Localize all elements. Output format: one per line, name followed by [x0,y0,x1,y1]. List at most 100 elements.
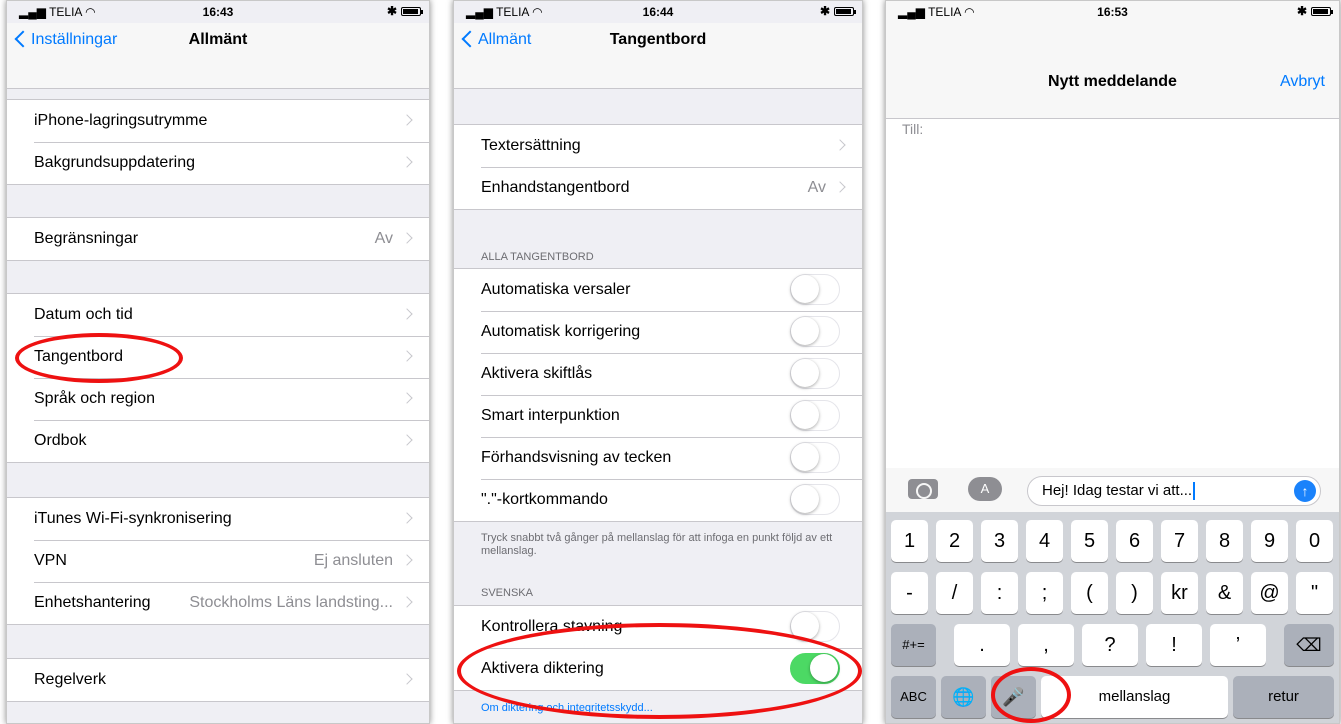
toggle-switch[interactable] [790,484,840,515]
key[interactable]: " [1296,572,1333,614]
key[interactable]: . [954,624,1010,666]
row-value: Stockholms Läns landsting... [189,594,393,611]
battery-icon [401,7,423,16]
row-label: iPhone-lagringsutrymme [34,112,208,129]
row-restrictions[interactable]: Begränsningar Av [7,218,429,260]
row-background-refresh[interactable]: Bakgrundsuppdatering [7,142,429,184]
row-label: "."-kortkommando [481,491,608,508]
row-label: Kontrollera stavning [481,618,623,635]
status-bar: ▂▄▆ TELIA ◠ 16:53 ✱ [886,1,1339,23]
toggle-switch[interactable] [790,274,840,305]
microphone-icon[interactable]: 🎤 [991,676,1036,718]
toggle-switch[interactable] [790,316,840,347]
send-button[interactable]: ↑ [1294,480,1316,502]
dictation-privacy-link[interactable]: Om diktering och integritetsskydd... [481,702,653,714]
row-label: Aktivera skiftlås [481,365,593,382]
row-one-handed-keyboard[interactable]: Enhandstangentbord Av [454,167,862,209]
shortcut-footer-text: Tryck snabbt två gånger på mellanslag fö… [481,532,833,557]
abc-key[interactable]: ABC [891,676,936,718]
row-regulatory[interactable]: Regelverk [7,659,429,701]
row-storage[interactable]: iPhone-lagringsutrymme [7,100,429,142]
row-character-preview: Förhandsvisning av tecken [454,437,862,479]
message-input[interactable]: Hej! Idag testar vi att... ↑ [1027,476,1321,506]
row-period-shortcut: "."-kortkommando [454,479,862,521]
cancel-button[interactable]: Avbryt [1280,73,1325,91]
key[interactable]: & [1206,572,1243,614]
settings-group: Datum och tid Tangentbord Språk och regi… [7,293,429,463]
chevron-right-icon [401,392,413,404]
key[interactable]: 5 [1071,520,1108,562]
row-label: Automatiska versaler [481,281,631,298]
toggle-switch[interactable] [790,611,840,642]
toggle-knob [791,275,819,303]
row-label: Datum och tid [34,306,133,323]
row-label: Tangentbord [34,348,123,365]
settings-group: iPhone-lagringsutrymme Bakgrundsuppdater… [7,99,429,185]
key[interactable]: - [891,572,928,614]
keyboard: 1 2 3 4 5 6 7 8 9 0 - / : ; ( ) kr & @ "… [886,512,1339,723]
row-label: Enhetshantering [34,594,151,611]
toggle-switch[interactable] [790,400,840,431]
chevron-right-icon [401,156,413,168]
camera-icon[interactable] [908,479,938,499]
toggle-switch-on[interactable] [790,653,840,684]
key[interactable]: 3 [981,520,1018,562]
space-key[interactable]: mellanslag [1041,676,1228,718]
key[interactable]: ; [1026,572,1063,614]
row-dictionary[interactable]: Ordbok [7,420,429,462]
key[interactable]: ! [1146,624,1202,666]
key[interactable]: / [936,572,973,614]
row-value: Ej ansluten [313,552,393,569]
app-store-icon[interactable]: A [968,477,1002,501]
phone-general-settings: ▂▄▆ TELIA ◠ 16:43 ✱ Inställningar Allmän… [6,0,430,724]
key[interactable]: 0 [1296,520,1333,562]
battery-icon [1311,7,1333,16]
globe-icon[interactable]: 🌐 [941,676,986,718]
chevron-right-icon [401,434,413,446]
settings-group: Textersättning Enhandstangentbord Av [454,124,862,210]
nav-bar: Nytt meddelande Avbryt Till: [886,23,1339,137]
key[interactable]: 9 [1251,520,1288,562]
row-date-time[interactable]: Datum och tid [7,294,429,336]
key[interactable]: : [981,572,1018,614]
key[interactable]: 1 [891,520,928,562]
row-vpn[interactable]: VPN Ej ansluten [7,540,429,582]
toggle-switch[interactable] [790,442,840,473]
row-auto-capitalization: Automatiska versaler [454,269,862,311]
symbols-toggle-key[interactable]: #+= [891,624,936,666]
key[interactable]: 4 [1026,520,1063,562]
section-header-swedish: SVENSKA [481,587,533,599]
key[interactable]: ( [1071,572,1108,614]
toggle-switch[interactable] [790,358,840,389]
key[interactable]: ) [1116,572,1153,614]
key[interactable]: kr [1161,572,1198,614]
phone-new-message: ▂▄▆ TELIA ◠ 16:53 ✱ Nytt meddelande Avbr… [885,0,1340,724]
chevron-right-icon [401,114,413,126]
key[interactable]: 7 [1161,520,1198,562]
row-device-management[interactable]: Enhetshantering Stockholms Läns landsting… [7,582,429,624]
key[interactable]: 8 [1206,520,1243,562]
key[interactable]: 2 [936,520,973,562]
return-key[interactable]: retur [1233,676,1334,718]
key[interactable]: , [1018,624,1074,666]
toggle-knob [791,359,819,387]
key[interactable]: ? [1082,624,1138,666]
section-header-all-keyboards: ALLA TANGENTBORD [481,251,594,263]
toggle-knob [791,485,819,513]
row-label: iTunes Wi-Fi-synkronisering [34,510,232,527]
row-keyboard[interactable]: Tangentbord [7,336,429,378]
row-label: Bakgrundsuppdatering [34,154,196,171]
row-label: Smart interpunktion [481,407,620,424]
row-text-replacement[interactable]: Textersättning [454,125,862,167]
backspace-icon[interactable]: ⌫ [1284,624,1334,666]
to-field[interactable]: Till: [902,121,923,137]
row-itunes-wifi-sync[interactable]: iTunes Wi-Fi-synkronisering [7,498,429,540]
row-language-region[interactable]: Språk och region [7,378,429,420]
row-value: Av [374,230,393,247]
key[interactable]: 6 [1116,520,1153,562]
battery-icon [834,7,856,16]
key[interactable]: ’ [1210,624,1266,666]
nav-bar: Allmänt Tangentbord [454,23,862,89]
key[interactable]: @ [1251,572,1288,614]
row-label: Ordbok [34,432,87,449]
